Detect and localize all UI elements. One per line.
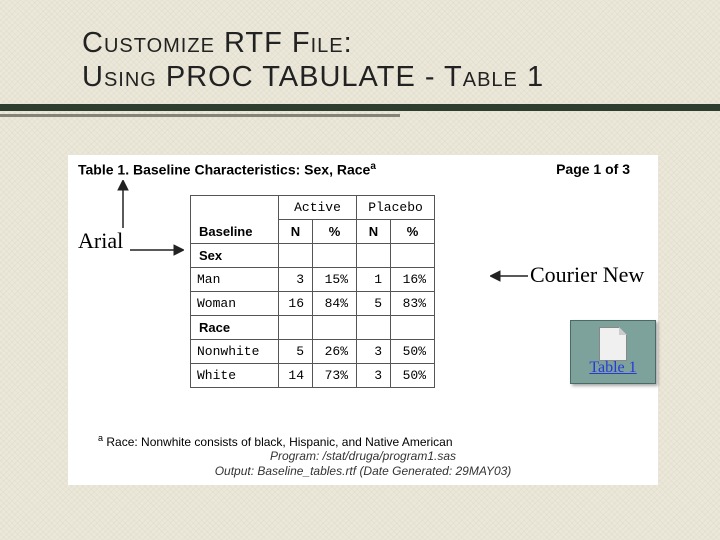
header-n: N xyxy=(279,220,313,244)
footer-meta: Program: /stat/druga/program1.sas Output… xyxy=(68,449,658,479)
header-group-active: Active xyxy=(279,196,357,220)
arrow-up-icon xyxy=(116,180,130,228)
row-label: Nonwhite xyxy=(191,340,279,364)
report-title-text: Table 1. Baseline Characteristics: Sex, … xyxy=(78,162,370,178)
header-group-placebo: Placebo xyxy=(357,196,435,220)
row-label: White xyxy=(191,364,279,388)
header-pct: % xyxy=(313,220,357,244)
cell-pct: 50% xyxy=(391,364,435,388)
report-title: Table 1. Baseline Characteristics: Sex, … xyxy=(78,161,376,178)
data-table: Baseline Active Placebo N % N % Sex Man … xyxy=(190,195,435,388)
annotation-arial: Arial xyxy=(78,228,123,254)
report-title-super: a xyxy=(370,161,376,172)
header-n: N xyxy=(357,220,391,244)
arrow-right-icon xyxy=(130,244,184,256)
cell-n: 14 xyxy=(279,364,313,388)
arrow-left-icon xyxy=(490,270,528,282)
meta-output: Output: Baseline_tables.rtf (Date Genera… xyxy=(215,464,512,478)
row-label: Woman xyxy=(191,292,279,316)
cell-pct: 73% xyxy=(313,364,357,388)
document-link[interactable]: Table 1 xyxy=(570,320,656,384)
cell-n: 1 xyxy=(357,268,391,292)
meta-program: Program: /stat/druga/program1.sas xyxy=(270,449,456,463)
annotation-courier: Courier New xyxy=(530,262,644,288)
title-rule-thick xyxy=(0,104,720,111)
cell-n: 16 xyxy=(279,292,313,316)
cell-pct: 26% xyxy=(313,340,357,364)
document-icon xyxy=(599,327,627,361)
header-baseline: Baseline xyxy=(199,224,252,239)
footnote-text: Race: Nonwhite consists of black, Hispan… xyxy=(103,435,453,449)
cell-n: 5 xyxy=(357,292,391,316)
cell-pct: 50% xyxy=(391,340,435,364)
section-sex: Sex xyxy=(191,244,279,268)
table-row: Woman 16 84% 5 83% xyxy=(191,292,435,316)
table-row: Man 3 15% 1 16% xyxy=(191,268,435,292)
section-race: Race xyxy=(191,316,279,340)
cell-n: 5 xyxy=(279,340,313,364)
cell-n: 3 xyxy=(357,340,391,364)
cell-pct: 15% xyxy=(313,268,357,292)
title-rule-thin xyxy=(0,114,400,117)
document-link-label: Table 1 xyxy=(571,359,655,377)
report-page-number: Page 1 of 3 xyxy=(556,161,630,177)
row-label: Man xyxy=(191,268,279,292)
cell-n: 3 xyxy=(279,268,313,292)
header-pct: % xyxy=(391,220,435,244)
table-row: White 14 73% 3 50% xyxy=(191,364,435,388)
slide-title: Customize RTF File: Using PROC TABULATE … xyxy=(82,26,544,94)
cell-n: 3 xyxy=(357,364,391,388)
table-row: Nonwhite 5 26% 3 50% xyxy=(191,340,435,364)
title-line1: Customize RTF File: xyxy=(82,27,353,59)
cell-pct: 16% xyxy=(391,268,435,292)
footnote: a Race: Nonwhite consists of black, Hisp… xyxy=(98,433,453,449)
cell-pct: 84% xyxy=(313,292,357,316)
cell-pct: 83% xyxy=(391,292,435,316)
title-line2: Using PROC TABULATE - Table 1 xyxy=(82,61,544,93)
